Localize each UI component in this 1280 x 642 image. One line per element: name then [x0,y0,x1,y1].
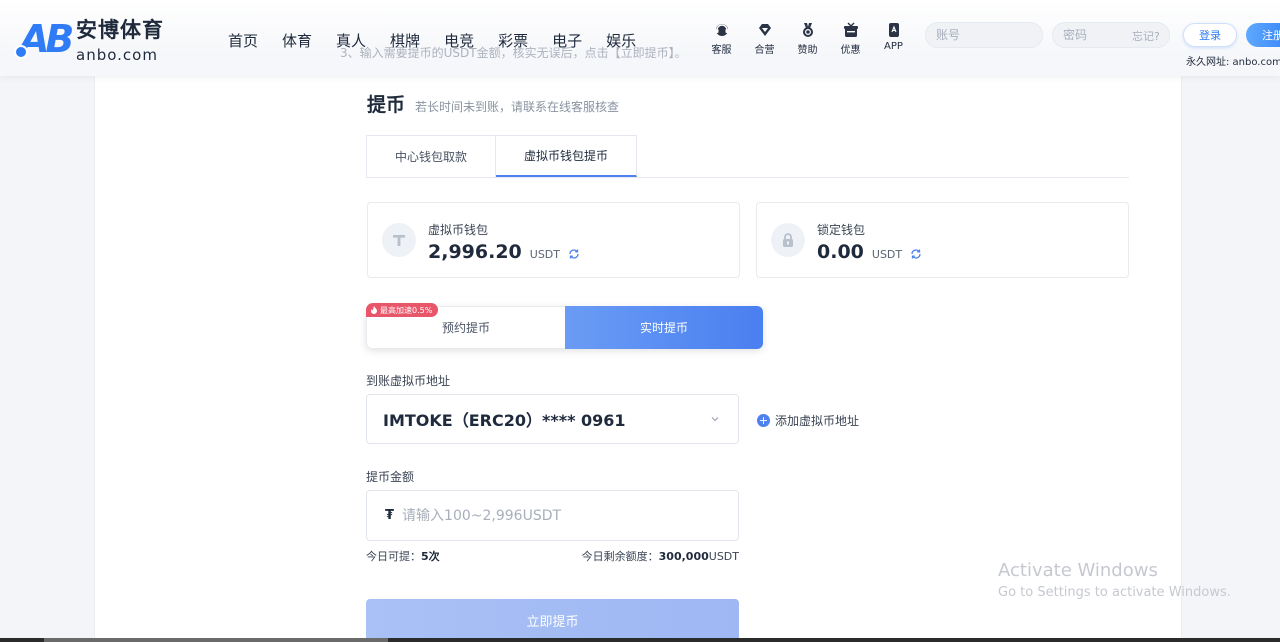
amount-field: ₮ [366,490,739,541]
refresh-icon[interactable] [910,248,922,260]
watermark-subtitle: Go to Settings to activate Windows. [998,585,1231,600]
login-button[interactable]: 登录 [1183,23,1237,47]
logo-title: 安博体育 [76,18,164,42]
permanent-url: 永久网址: anbo.com [1186,57,1280,68]
amount-input[interactable] [402,507,703,524]
account-input[interactable] [925,22,1043,48]
customer-service-label: 客服 [711,45,732,56]
address-select-value: IMTOKE（ERC20）**** 0961 [383,411,626,430]
locked-wallet-amount: 0.00 [817,241,864,263]
taskbar-strip [0,638,1280,642]
submit-withdraw-button[interactable]: 立即提币 [366,599,739,642]
add-address-link[interactable]: + 添加虚拟币地址 [757,412,859,429]
nav-item-sports[interactable]: 体育 [282,30,312,51]
crypto-wallet-unit: USDT [529,247,560,261]
withdraw-tabs: 中心钱包取款 虚拟币钱包提币 [366,135,1129,178]
crypto-wallet-label: 虚拟币钱包 [428,223,489,237]
amount-label: 提币金额 [366,470,415,484]
crypto-wallet-amount: 2,996.20 [428,241,522,263]
customer-service-icon [715,24,728,36]
live-withdraw-button[interactable]: 实时提币 [565,306,763,349]
withdraw-card: 提币 若长时间未到账，请联系在线客服核查 中心钱包取款 虚拟币钱包提币 虚拟币钱… [94,76,1182,642]
locked-wallet-card: 锁定钱包 0.00 USDT [756,202,1129,278]
tether-icon: ₮ [385,508,395,523]
page-title: 提币 [367,94,406,116]
partner-label: 合营 [754,45,775,56]
windows-activation-watermark: Activate Windows Go to Settings to activ… [998,560,1231,600]
promo-label: 优惠 [840,45,861,56]
locked-wallet-label: 锁定钱包 [817,223,866,237]
address-select[interactable]: IMTOKE（ERC20）**** 0961 [366,394,739,444]
locked-wallet-unit: USDT [871,247,903,261]
nav-partner[interactable]: 合营 [743,22,786,56]
add-address-label: 添加虚拟币地址 [775,414,860,428]
flame-icon [371,306,377,314]
remaining-value: 300,000 [658,550,709,563]
site-logo[interactable]: AB 安博体育 anbo.com [14,14,164,64]
plus-circle-icon: + [757,414,770,427]
logo-domain: anbo.com [76,46,158,64]
crypto-wallet-card: 虚拟币钱包 2,996.20 USDT [367,202,740,278]
withdraw-mode-switch: 预约提币 实时提币 最高加速0.5% [366,303,763,349]
app-phone-icon [888,23,899,37]
nav-promo[interactable]: 优惠 [829,22,872,56]
speed-badge-text: 最高加速0.5% [380,305,433,315]
tab-center-wallet[interactable]: 中心钱包取款 [366,135,497,177]
refresh-icon[interactable] [568,248,580,260]
forgot-password-link[interactable]: 忘记? [1132,28,1160,44]
nav-app[interactable]: APP [872,22,915,56]
tether-icon [382,223,416,257]
nav-item-home[interactable]: 首页 [228,30,258,51]
app-label: APP [884,41,903,52]
nav-sponsor[interactable]: 赞助 [786,22,829,56]
today-count-value: 5次 [421,550,440,563]
watermark-title: Activate Windows [998,560,1158,581]
nav-customer-service[interactable]: 客服 [700,22,743,56]
chevron-down-icon [711,417,719,422]
speed-badge: 最高加速0.5% [366,303,439,317]
lock-icon [771,223,805,257]
register-button[interactable]: 注册 [1246,23,1280,47]
faded-instruction-text: 3、输入需要提币的USDT金额，核实无误后，点击【立即提币】。 [340,46,687,60]
remaining-label: 今日剩余额度： [581,550,659,563]
logo-mark-icon: AB [14,17,74,61]
page-subtitle: 若长时间未到账，请联系在线客服核查 [415,100,620,114]
remaining-unit: USDT [708,550,739,563]
address-label: 到账虚拟币地址 [366,374,451,388]
top-header: AB 安博体育 anbo.com 首页 体育 真人 棋牌 电竞 彩票 电子 娱乐… [0,0,1280,76]
partner-diamond-icon [758,24,771,36]
promo-gift-icon [843,22,858,37]
today-count-label: 今日可提： [366,550,421,563]
sponsor-label: 赞助 [797,45,818,56]
sponsor-medal-icon [802,23,813,37]
tab-crypto-wallet[interactable]: 虚拟币钱包提币 [496,135,638,177]
icon-nav: 客服 合营 赞助 优惠 APP [700,22,915,56]
